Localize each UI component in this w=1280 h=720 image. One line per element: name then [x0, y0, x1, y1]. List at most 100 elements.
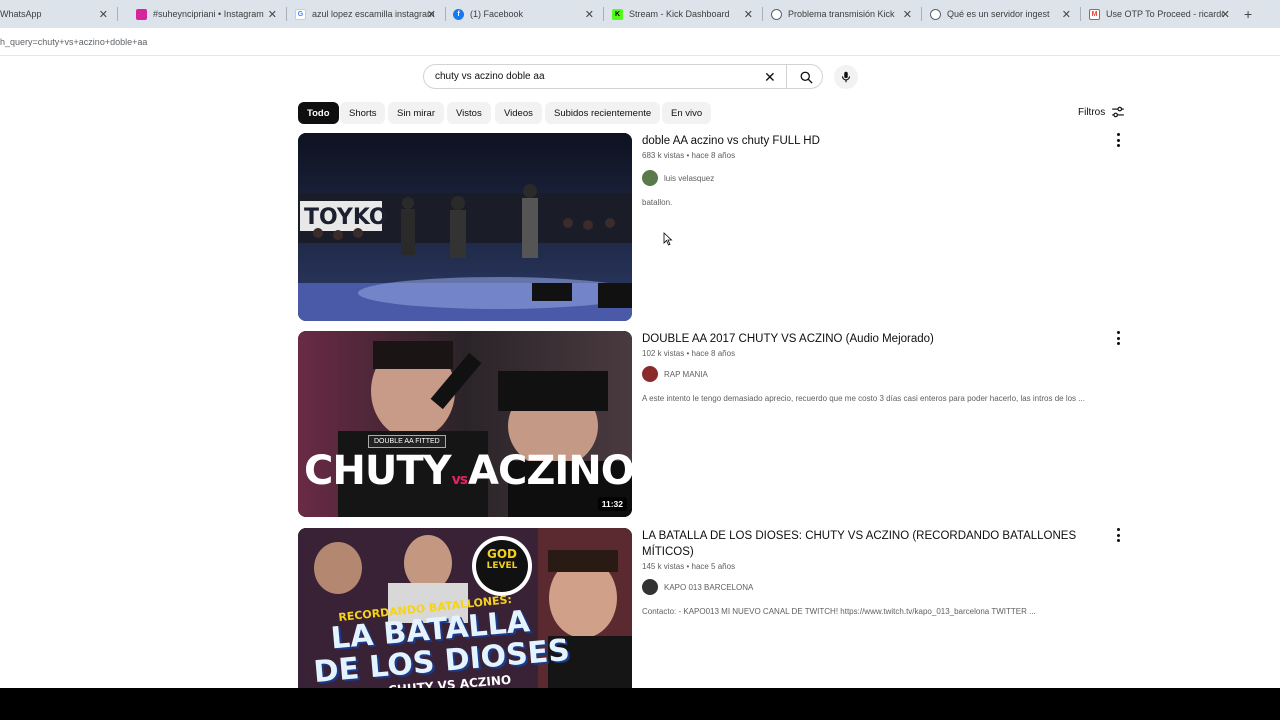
new-tab-icon[interactable]: +: [1244, 6, 1252, 22]
video-meta: 102 k vistas • hace 8 años: [642, 349, 736, 358]
browser-tab-strip: WhatsApp ✕ #suheyncipriani • Instagram ✕…: [0, 0, 1280, 28]
voice-search-button[interactable]: [834, 65, 858, 89]
tab-label: (1) Facebook: [470, 9, 524, 19]
video-result[interactable]: GOD LEVEL RECORDANDO BATALLONES: LA BATA…: [298, 528, 1128, 688]
tab-servidor-ingest[interactable]: Qué es un servidor ingest ✕: [924, 0, 1081, 28]
search-divider: [786, 65, 787, 88]
channel-avatar[interactable]: [642, 579, 658, 595]
gmail-icon: M: [1089, 8, 1100, 20]
video-description: A este intento le tengo demasiado apreci…: [642, 394, 1085, 403]
video-thumbnail[interactable]: GOD LEVEL RECORDANDO BATALLONES: LA BATA…: [298, 528, 632, 688]
tab-instagram[interactable]: #suheyncipriani • Instagram ✕: [130, 0, 287, 28]
filters-label: Filtros: [1078, 106, 1106, 118]
tab-separator: [445, 7, 446, 21]
chip-vistos[interactable]: Vistos: [447, 102, 491, 124]
tab-problema-transmision[interactable]: Problema transmisión Kick ✕: [765, 0, 922, 28]
search-button[interactable]: [794, 68, 818, 86]
tab-separator: [1080, 7, 1081, 21]
thumbnail-banner-text: TOYKO: [304, 205, 388, 230]
video-meta: 683 k vistas • hace 8 años: [642, 151, 736, 160]
logo-text: LEVEL: [486, 561, 518, 571]
url-text[interactable]: h_query=chuty+vs+aczino+doble+aa: [0, 37, 147, 47]
video-thumbnail[interactable]: TOYKO: [298, 133, 632, 321]
video-info: DOUBLE AA 2017 CHUTY VS ACZINO (Audio Me…: [642, 331, 1112, 403]
close-tab-icon[interactable]: ✕: [1062, 8, 1071, 21]
tab-label: Use OTP To Proceed - ricardom: [1106, 9, 1224, 19]
microphone-icon: [841, 71, 851, 83]
close-tab-icon[interactable]: ✕: [99, 8, 108, 21]
tab-separator: [286, 7, 287, 21]
channel-row[interactable]: luis velasquez: [642, 170, 1112, 186]
more-actions-icon[interactable]: [1116, 528, 1120, 542]
tab-separator: [762, 7, 763, 21]
tab-label: Qué es un servidor ingest: [947, 9, 1050, 19]
tab-whatsapp[interactable]: WhatsApp ✕: [0, 0, 118, 28]
video-result[interactable]: DOUBLE AA FITTED CHUTY vs ACZINO 11:32 D…: [298, 331, 1128, 517]
filters-icon: [1112, 106, 1125, 118]
video-info: LA BATALLA DE LOS DIOSES: CHUTY VS ACZIN…: [642, 528, 1112, 616]
chatgpt-icon: [930, 8, 941, 20]
thumbnail-vs: vs: [451, 472, 469, 488]
tab-label: #suheyncipriani • Instagram: [153, 9, 264, 19]
video-thumbnail[interactable]: DOUBLE AA FITTED CHUTY vs ACZINO 11:32: [298, 331, 632, 517]
logo-text: GOD: [486, 547, 517, 561]
facebook-icon: f: [453, 8, 464, 20]
tab-separator: [117, 7, 118, 21]
close-tab-icon[interactable]: ✕: [1221, 8, 1230, 21]
chip-shorts[interactable]: Shorts: [340, 102, 386, 124]
channel-name[interactable]: luis velasquez: [664, 174, 714, 183]
tab-gmail-otp[interactable]: M Use OTP To Proceed - ricardom ✕: [1083, 0, 1240, 28]
instagram-icon: [136, 8, 147, 20]
video-title[interactable]: DOUBLE AA 2017 CHUTY VS ACZINO (Audio Me…: [642, 331, 1112, 347]
close-tab-icon[interactable]: ✕: [903, 8, 912, 21]
thumbnail-badge: DOUBLE AA FITTED: [368, 435, 446, 448]
tab-separator: [921, 7, 922, 21]
channel-row[interactable]: KAPO 013 BARCELONA: [642, 579, 1112, 595]
thumbnail-title: CHUTY vs ACZINO: [304, 449, 632, 502]
video-title[interactable]: LA BATALLA DE LOS DIOSES: CHUTY VS ACZIN…: [642, 528, 1112, 560]
close-tab-icon[interactable]: ✕: [427, 8, 436, 21]
tab-label: azul lopez escamilla instagram: [312, 9, 435, 19]
video-info: doble AA aczino vs chuty FULL HD 683 k v…: [642, 133, 1112, 207]
chip-videos[interactable]: Videos: [495, 102, 542, 124]
tab-label: Stream - Kick Dashboard: [629, 9, 730, 19]
chip-subidos-recientemente[interactable]: Subidos recientemente: [545, 102, 661, 124]
chatgpt-icon: [771, 8, 782, 20]
god-level-logo: GOD LEVEL: [484, 548, 520, 572]
video-result[interactable]: TOYKO doble AA aczino vs chuty FULL HD 6…: [298, 133, 1128, 321]
tab-label: WhatsApp: [0, 9, 42, 19]
more-actions-icon[interactable]: [1116, 133, 1120, 147]
video-description: batallon.: [642, 198, 673, 207]
chip-todo[interactable]: Todo: [298, 102, 339, 124]
close-tab-icon[interactable]: ✕: [268, 8, 277, 21]
channel-row[interactable]: RAP MANIA: [642, 366, 1112, 382]
video-title[interactable]: doble AA aczino vs chuty FULL HD: [642, 133, 1112, 149]
video-duration: 11:32: [597, 497, 627, 511]
clear-search-icon[interactable]: ✕: [764, 69, 776, 86]
tab-google[interactable]: G azul lopez escamilla instagram ✕: [289, 0, 446, 28]
filters-button[interactable]: Filtros: [1078, 106, 1125, 118]
channel-name[interactable]: KAPO 013 BARCELONA: [664, 583, 753, 592]
chip-sin-mirar[interactable]: Sin mirar: [388, 102, 445, 124]
channel-name[interactable]: RAP MANIA: [664, 370, 708, 379]
screen-bottom-bar: [0, 688, 1280, 720]
tab-label: Problema transmisión Kick: [788, 9, 895, 19]
kick-icon: K: [612, 8, 623, 20]
channel-avatar[interactable]: [642, 366, 658, 382]
address-bar[interactable]: h_query=chuty+vs+aczino+doble+aa: [0, 28, 1280, 56]
search-icon: [800, 71, 813, 84]
close-tab-icon[interactable]: ✕: [744, 8, 753, 21]
tab-facebook[interactable]: f (1) Facebook ✕: [447, 0, 604, 28]
thumbnail-text: ACZINO: [468, 448, 632, 494]
tab-separator: [603, 7, 604, 21]
video-description: Contacto: - KAPO013 MI NUEVO CANAL DE TW…: [642, 607, 1036, 616]
chip-en-vivo[interactable]: En vivo: [662, 102, 712, 124]
search-query[interactable]: chuty vs aczino doble aa: [435, 71, 545, 82]
channel-avatar[interactable]: [642, 170, 658, 186]
tab-kick-dashboard[interactable]: K Stream - Kick Dashboard ✕: [606, 0, 763, 28]
search-input[interactable]: chuty vs aczino doble aa ✕: [423, 64, 823, 89]
close-tab-icon[interactable]: ✕: [585, 8, 594, 21]
youtube-search-results-page: chuty vs aczino doble aa ✕ Todo Shorts S…: [0, 56, 1280, 688]
mouse-cursor-icon: [663, 232, 673, 246]
more-actions-icon[interactable]: [1116, 331, 1120, 345]
